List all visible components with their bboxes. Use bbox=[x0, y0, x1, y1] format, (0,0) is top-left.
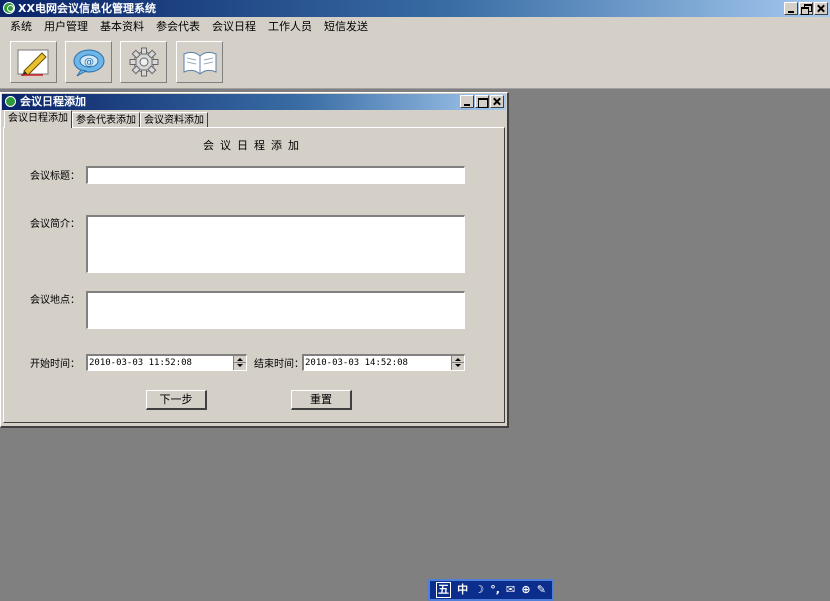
meeting-location-label: 会议地点： bbox=[30, 295, 80, 306]
end-time-picker[interactable]: 2010-03-03 14:52:08 bbox=[302, 354, 465, 371]
app-restore-button[interactable] bbox=[799, 2, 813, 15]
start-time-label: 开始时间： bbox=[30, 359, 80, 370]
gear-icon bbox=[129, 47, 158, 77]
toolbar-message-button[interactable]: @ bbox=[65, 41, 112, 83]
svg-text:@: @ bbox=[84, 57, 94, 68]
app-minimize-button[interactable] bbox=[784, 2, 798, 15]
app-title: XX电网会议信息化管理系统 bbox=[18, 2, 156, 15]
start-time-picker[interactable]: 2010-03-03 11:52:08 bbox=[86, 354, 247, 371]
app-title-bar[interactable]: XX电网会议信息化管理系统 bbox=[0, 0, 830, 17]
ime-language-bar[interactable]: 五 中 ☽ °, ✉ ⊕ ✎ bbox=[428, 579, 554, 601]
end-time-label: 结束时间： bbox=[254, 359, 304, 370]
menu-meeting-schedule[interactable]: 会议日程 bbox=[206, 17, 262, 36]
ime-settings-icon[interactable]: ✎ bbox=[537, 583, 546, 597]
dialog-window-controls bbox=[459, 95, 504, 108]
ime-softkeyboard-icon[interactable]: ✉ bbox=[506, 583, 515, 597]
tab-strip: 会议日程添加 参会代表添加 会议资料添加 bbox=[4, 110, 208, 128]
ime-chinese-toggle[interactable]: 中 bbox=[457, 583, 468, 597]
dialog-minimize-button[interactable] bbox=[460, 95, 474, 108]
toolbar-edit-button[interactable] bbox=[10, 41, 57, 83]
start-time-spinner[interactable] bbox=[233, 356, 246, 370]
dialog-close-button[interactable] bbox=[490, 95, 504, 108]
dialog-maximize-button[interactable] bbox=[475, 95, 489, 108]
meeting-title-label: 会议标题： bbox=[30, 171, 80, 182]
toolbar-settings-button[interactable] bbox=[120, 41, 167, 83]
ime-mode-icon[interactable]: 五 bbox=[436, 582, 452, 598]
tab-panel: 会议日程添加 会议标题： 会议简介： 会议地点： 开始时间： 2010-03-0… bbox=[3, 127, 505, 423]
dialog-logo-icon bbox=[5, 96, 16, 107]
menu-delegates[interactable]: 参会代表 bbox=[150, 17, 206, 36]
app-close-button[interactable] bbox=[814, 2, 828, 15]
chat-bubble-icon: @ bbox=[73, 49, 104, 77]
menu-basic-data[interactable]: 基本资料 bbox=[94, 17, 150, 36]
pencil-icon bbox=[17, 49, 48, 76]
tab-materials-add[interactable]: 会议资料添加 bbox=[140, 112, 208, 128]
toolbar-docs-button[interactable] bbox=[176, 41, 223, 83]
tab-meeting-schedule-add[interactable]: 会议日程添加 bbox=[4, 110, 72, 128]
menu-sms-send[interactable]: 短信发送 bbox=[318, 17, 374, 36]
ime-punctuation-icon[interactable]: °, bbox=[490, 583, 500, 597]
menu-user-management[interactable]: 用户管理 bbox=[38, 17, 94, 36]
app-logo-icon bbox=[3, 2, 15, 14]
meeting-intro-label: 会议简介： bbox=[30, 219, 80, 230]
meeting-intro-textarea[interactable] bbox=[86, 215, 465, 273]
dialog-title: 会议日程添加 bbox=[20, 95, 86, 108]
next-step-button[interactable]: 下一步 bbox=[146, 390, 207, 410]
meeting-schedule-add-window: 会议日程添加 会议日程添加 参会代表添加 会议资料添加 会议日程添加 会议标题：… bbox=[0, 92, 509, 428]
meeting-location-textarea[interactable] bbox=[86, 291, 465, 329]
ime-tools-icon[interactable]: ⊕ bbox=[521, 583, 530, 597]
end-time-spinner[interactable] bbox=[451, 356, 464, 370]
menu-bar: 系统 用户管理 基本资料 参会代表 会议日程 工作人员 短信发送 bbox=[0, 17, 830, 36]
start-time-spinner-divider bbox=[233, 362, 246, 363]
menu-system[interactable]: 系统 bbox=[4, 17, 38, 36]
open-book-icon bbox=[183, 51, 216, 75]
start-time-value: 2010-03-03 11:52:08 bbox=[89, 358, 192, 368]
tab-delegate-add[interactable]: 参会代表添加 bbox=[72, 112, 140, 128]
form-heading: 会议日程添加 bbox=[203, 139, 305, 152]
reset-button[interactable]: 重置 bbox=[291, 390, 352, 410]
end-time-spinner-divider bbox=[451, 362, 464, 363]
dialog-title-bar[interactable]: 会议日程添加 bbox=[2, 94, 506, 110]
meeting-title-input[interactable] bbox=[86, 166, 465, 184]
menu-staff[interactable]: 工作人员 bbox=[262, 17, 318, 36]
end-time-value: 2010-03-03 14:52:08 bbox=[305, 358, 408, 368]
app-window-controls bbox=[783, 2, 828, 15]
ime-halfwidth-icon[interactable]: ☽ bbox=[474, 583, 484, 597]
toolbar: @ bbox=[0, 36, 830, 89]
